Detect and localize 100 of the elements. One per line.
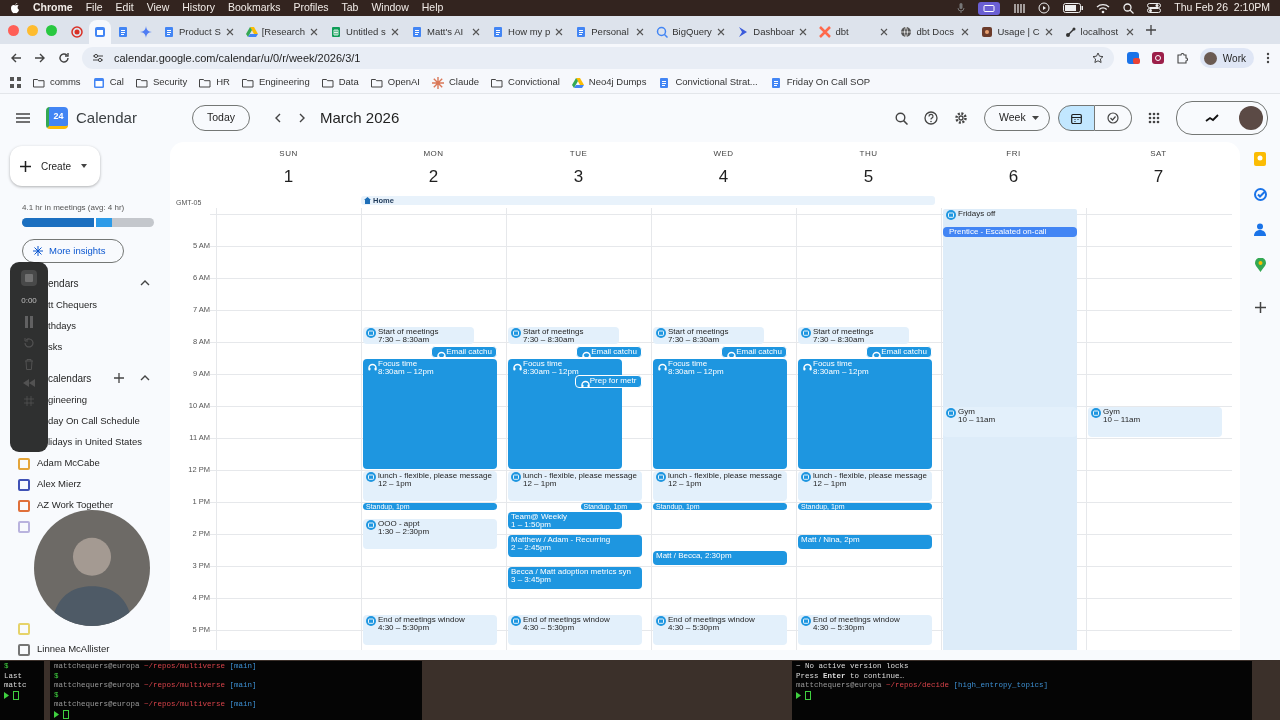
calendar-view-toggle[interactable] bbox=[1058, 105, 1095, 131]
tune-icon[interactable] bbox=[92, 53, 104, 63]
close-icon[interactable] bbox=[224, 27, 235, 37]
restart-icon[interactable] bbox=[23, 337, 35, 349]
bookmark[interactable]: HR bbox=[199, 75, 230, 90]
browser-tab[interactable]: Untitled s bbox=[325, 20, 406, 44]
event-block[interactable]: Start of meetings 7:30 – 8:30am bbox=[653, 327, 765, 345]
menu-item[interactable]: Chrome bbox=[33, 0, 73, 16]
stop-icon[interactable] bbox=[21, 270, 37, 286]
more-icon[interactable] bbox=[1266, 52, 1270, 64]
checkbox[interactable] bbox=[18, 520, 30, 533]
wifi-icon[interactable] bbox=[1096, 2, 1111, 14]
screen-icon[interactable] bbox=[978, 1, 1001, 15]
browser-tab[interactable]: Product S bbox=[158, 20, 240, 44]
checkbox[interactable] bbox=[18, 499, 30, 512]
event-block[interactable]: lunch - flexible, please message 12 – 1pm bbox=[508, 471, 643, 502]
event-block[interactable]: Gym 10 – 11am bbox=[943, 407, 1078, 438]
date-number[interactable]: 1 bbox=[283, 164, 294, 190]
bookmark[interactable]: Data bbox=[321, 75, 359, 90]
search-icon[interactable] bbox=[895, 111, 908, 125]
browser-tab[interactable]: Usage | C bbox=[976, 20, 1059, 44]
menu-item[interactable]: Bookmarks bbox=[227, 0, 281, 16]
bookmark[interactable]: Security bbox=[135, 75, 188, 90]
browser-tab[interactable] bbox=[89, 20, 111, 44]
browser-tab[interactable]: dbt Docs bbox=[895, 20, 976, 44]
search-icon[interactable] bbox=[1123, 2, 1135, 14]
menu-item[interactable]: Tab bbox=[341, 0, 359, 16]
event-block[interactable]: Start of meetings 7:30 – 8:30am bbox=[363, 327, 475, 345]
profile-button[interactable]: Work bbox=[1199, 48, 1254, 68]
browser-tab[interactable]: How my p bbox=[487, 20, 570, 44]
close-icon[interactable] bbox=[635, 27, 646, 37]
event-block[interactable]: Start of meetings 7:30 – 8:30am bbox=[798, 327, 910, 345]
map-pin-icon[interactable] bbox=[1254, 258, 1266, 272]
check-circle-icon[interactable] bbox=[1253, 188, 1267, 201]
bookmark[interactable]: Friday On Call SOP bbox=[769, 75, 871, 90]
section-title[interactable]: endars bbox=[48, 275, 140, 291]
browser-tab[interactable]: [Research bbox=[240, 20, 325, 44]
menu-item[interactable]: Window bbox=[371, 0, 409, 16]
close-icon[interactable] bbox=[390, 27, 401, 37]
browser-tab[interactable]: dbt bbox=[814, 20, 895, 44]
bookmark[interactable]: Neo4j Dumps bbox=[571, 75, 647, 90]
create-button[interactable]: Create bbox=[10, 146, 100, 186]
chevron-left-icon[interactable] bbox=[274, 113, 283, 123]
bookmark[interactable]: Engineering bbox=[241, 75, 310, 90]
date-number[interactable]: 4 bbox=[718, 164, 729, 190]
calendar-name[interactable]: lidays in United States bbox=[48, 435, 142, 450]
close-icon[interactable] bbox=[1124, 27, 1135, 37]
browser-tab[interactable]: localhost bbox=[1059, 20, 1140, 44]
event-block[interactable]: OOO - appt 1:30 – 2:30pm bbox=[363, 519, 498, 550]
close-icon[interactable] bbox=[1043, 27, 1054, 37]
chevron-up-icon[interactable] bbox=[140, 280, 150, 286]
event-block[interactable]: End of meetings window 4:30 – 5:30pm bbox=[798, 615, 933, 646]
calendar-name[interactable]: thdays bbox=[48, 319, 76, 334]
menu-item[interactable]: Profiles bbox=[293, 0, 329, 16]
date-number[interactable]: 6 bbox=[1008, 164, 1019, 190]
checkbox[interactable] bbox=[18, 478, 30, 491]
section-title[interactable]: calendars bbox=[48, 370, 114, 386]
account-button[interactable] bbox=[1176, 101, 1268, 135]
event-block[interactable]: lunch - flexible, please message 12 – 1pm bbox=[363, 471, 498, 502]
bookmark[interactable]: Claude bbox=[431, 75, 480, 90]
bookmark[interactable]: Convictional bbox=[491, 75, 560, 90]
checkbox[interactable] bbox=[18, 643, 30, 656]
calendar-name[interactable]: day On Call Schedule bbox=[48, 414, 140, 429]
plus-icon[interactable] bbox=[114, 373, 124, 383]
bookmark[interactable]: OpenAI bbox=[370, 75, 420, 90]
browser-tab[interactable]: Matt's AI bbox=[406, 20, 487, 44]
close-icon[interactable] bbox=[471, 27, 482, 37]
menu-item[interactable]: Help bbox=[421, 0, 444, 16]
menu-item[interactable]: View bbox=[146, 0, 170, 16]
calendar-name[interactable]: tt Chequers bbox=[48, 298, 98, 313]
event-block[interactable]: End of meetings window 4:30 – 5:30pm bbox=[363, 615, 498, 646]
date-number[interactable]: 2 bbox=[428, 164, 439, 190]
event-block[interactable]: Gym 10 – 11am bbox=[1088, 407, 1223, 438]
calendar-name[interactable]: Linnea McAllister bbox=[37, 642, 110, 657]
play-icon[interactable] bbox=[1038, 2, 1051, 14]
event-block[interactable]: End of meetings window 4:30 – 5:30pm bbox=[508, 615, 643, 646]
close-icon[interactable] bbox=[554, 27, 565, 37]
close-icon[interactable] bbox=[309, 27, 320, 37]
apps-icon[interactable] bbox=[10, 77, 21, 88]
bookmark[interactable]: Convictional Strat... bbox=[658, 75, 758, 90]
bookmark[interactable]: comms bbox=[33, 75, 81, 90]
settings-icon[interactable] bbox=[954, 111, 968, 125]
calendar-name[interactable]: gineering bbox=[48, 393, 88, 408]
menu-icon[interactable] bbox=[16, 113, 30, 123]
forward-icon[interactable] bbox=[34, 52, 46, 64]
person-icon[interactable] bbox=[1254, 223, 1266, 236]
date-number[interactable]: 5 bbox=[863, 164, 874, 190]
extension-icon[interactable] bbox=[1125, 51, 1140, 65]
extension-icon[interactable] bbox=[1151, 52, 1164, 64]
puzzle-icon[interactable] bbox=[1175, 52, 1188, 64]
menu-item[interactable]: Edit bbox=[115, 0, 134, 16]
date-number[interactable]: 7 bbox=[1153, 164, 1164, 190]
calendar-name[interactable]: Adam McCabe bbox=[37, 456, 100, 471]
close-icon[interactable] bbox=[960, 27, 971, 37]
calendar-name[interactable]: AZ Work Together bbox=[37, 498, 114, 513]
event-block[interactable]: Start of meetings 7:30 – 8:30am bbox=[508, 327, 620, 345]
checkbox[interactable] bbox=[18, 457, 30, 470]
close-icon[interactable] bbox=[879, 27, 890, 37]
chevron-up-icon[interactable] bbox=[140, 375, 150, 381]
browser-tab[interactable]: BigQuery bbox=[651, 20, 732, 44]
